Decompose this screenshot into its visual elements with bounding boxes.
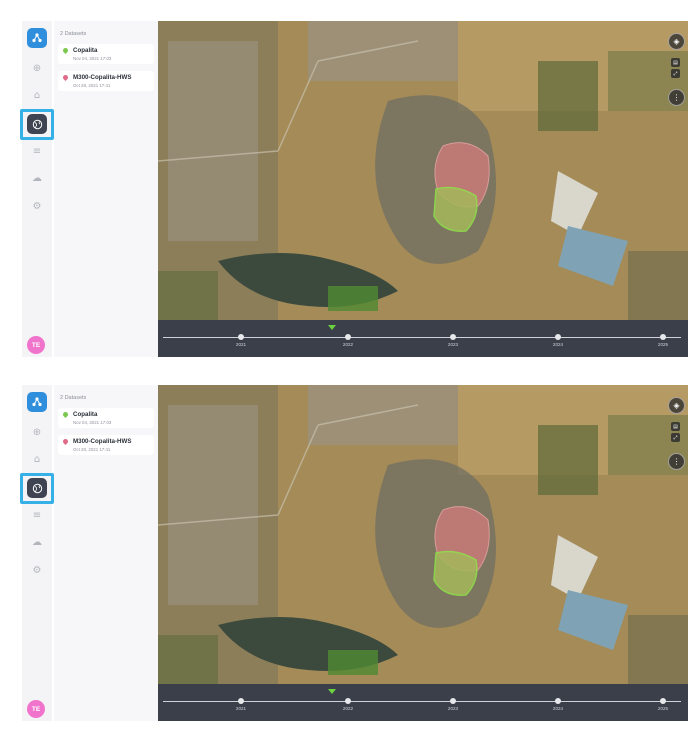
list-button[interactable]: ≡	[27, 142, 47, 162]
dataset-item[interactable]: M300-Copalita-HWS Oct 28, 2021 17:41	[58, 71, 154, 91]
app-logo-button[interactable]	[27, 392, 47, 412]
list-icon: ≡	[32, 510, 42, 521]
dataset-item[interactable]: Copalita Nov 04, 2021 17:03	[58, 44, 154, 64]
list-icon: ≡	[32, 146, 42, 157]
dataset-date: Oct 28, 2021 17:41	[73, 82, 111, 88]
dataset-name: M300-Copalita-HWS	[73, 438, 132, 445]
dataset-item[interactable]: Copalita Nov 04, 2021 17:03	[58, 408, 154, 428]
home-icon: ⌂	[33, 90, 41, 101]
fullscreen-icon: ⤢	[673, 70, 678, 77]
compass-icon: ◈	[673, 401, 680, 410]
logo-icon	[32, 397, 42, 407]
fullscreen-button[interactable]: ⤢	[671, 69, 680, 78]
compass-icon: ◈	[673, 37, 680, 46]
timeline-year-label: 2023	[447, 706, 459, 711]
app-window-top: ⊕ ⌂ ≡ ☁ ⚙ TE 2 Datasets Copalita Nov 04,…	[20, 21, 688, 357]
layers-icon: ▤	[673, 59, 678, 66]
dataset-list: 2 Datasets Copalita Nov 04, 2021 17:03 M…	[54, 385, 158, 721]
satellite-map[interactable]: ◈ ▤ ⤢ ⋮ 2021 2022 2023 2024 2025	[158, 21, 688, 357]
upload-button[interactable]: ☁	[27, 533, 47, 553]
home-button[interactable]: ⌂	[27, 450, 47, 470]
add-button[interactable]: ⊕	[27, 59, 47, 79]
dataset-date: Nov 04, 2021 17:03	[73, 419, 112, 425]
layers-button[interactable]: ▤	[671, 422, 680, 431]
list-button[interactable]: ≡	[27, 506, 47, 526]
timeline-year-label: 2025	[657, 706, 669, 711]
plus-circle-icon: ⊕	[32, 427, 42, 438]
sidebar-rail: ⊕ ⌂ ≡ ☁ ⚙ TE	[20, 385, 54, 721]
dataset-count: 2 Datasets	[60, 31, 87, 37]
sidebar-rail: ⊕ ⌂ ≡ ☁ ⚙ TE	[20, 21, 54, 357]
logo-icon	[32, 33, 42, 43]
home-button[interactable]: ⌂	[27, 86, 47, 106]
map-pin-icon	[61, 410, 70, 419]
timeline-year-label: 2024	[552, 706, 564, 711]
timeline-marker[interactable]	[238, 698, 244, 704]
fullscreen-button[interactable]: ⤢	[671, 433, 680, 442]
dataset-date: Nov 04, 2021 17:03	[73, 55, 112, 61]
timeline-marker[interactable]	[555, 698, 561, 704]
timeline-handle[interactable]	[328, 325, 336, 330]
fullscreen-icon: ⤢	[673, 434, 678, 441]
more-vertical-icon: ⋮	[672, 457, 681, 466]
map-pin-icon	[61, 46, 70, 55]
compass-button[interactable]: ◈	[668, 397, 685, 414]
timeline-year-label: 2025	[657, 342, 669, 347]
timeline-marker[interactable]	[238, 334, 244, 340]
add-button[interactable]: ⊕	[27, 423, 47, 443]
more-vertical-icon: ⋮	[672, 93, 681, 102]
map-pin-icon	[61, 73, 70, 82]
timeline-year-label: 2021	[235, 342, 247, 347]
dataset-date: Oct 28, 2021 17:41	[73, 446, 111, 452]
timeline-year-label: 2022	[342, 342, 354, 347]
globe-button-highlight	[20, 473, 54, 504]
timeline-marker[interactable]	[660, 334, 666, 340]
settings-icon: ⚙	[32, 565, 42, 576]
plus-circle-icon: ⊕	[32, 63, 42, 74]
timeline-marker[interactable]	[450, 334, 456, 340]
dataset-count: 2 Datasets	[60, 395, 87, 401]
timeline-marker[interactable]	[345, 334, 351, 340]
map-pin-icon	[61, 437, 70, 446]
timeline-year-label: 2023	[447, 342, 459, 347]
avatar[interactable]: TE	[27, 336, 45, 354]
more-options-button[interactable]: ⋮	[668, 89, 685, 106]
upload-button[interactable]: ☁	[27, 169, 47, 189]
timeline-year-label: 2021	[235, 706, 247, 711]
app-window-bottom: ⊕ ⌂ ≡ ☁ ⚙ TE 2 Datasets Copalita Nov 04,…	[20, 385, 688, 721]
globe-button-highlight	[20, 109, 54, 140]
cloud-upload-icon: ☁	[32, 173, 42, 184]
timeline-marker[interactable]	[450, 698, 456, 704]
timeline-handle[interactable]	[328, 689, 336, 694]
more-options-button[interactable]: ⋮	[668, 453, 685, 470]
timeline-marker[interactable]	[660, 698, 666, 704]
home-icon: ⌂	[33, 454, 41, 465]
timeline-year-label: 2022	[342, 706, 354, 711]
compass-button[interactable]: ◈	[668, 33, 685, 50]
settings-icon: ⚙	[32, 201, 42, 212]
dataset-name: M300-Copalita-HWS	[73, 74, 132, 81]
app-logo-button[interactable]	[27, 28, 47, 48]
satellite-imagery	[158, 21, 688, 357]
dataset-name: Copalita	[73, 47, 98, 54]
settings-button[interactable]: ⚙	[27, 561, 47, 581]
satellite-map[interactable]: ◈ ▤ ⤢ ⋮ 2021 2022 2023 2024 2025	[158, 385, 688, 721]
layers-icon: ▤	[673, 423, 678, 430]
satellite-imagery	[158, 385, 688, 721]
dataset-name: Copalita	[73, 411, 98, 418]
dataset-list: 2 Datasets Copalita Nov 04, 2021 17:03 M…	[54, 21, 158, 357]
timeline-year-label: 2024	[552, 342, 564, 347]
cloud-upload-icon: ☁	[32, 537, 42, 548]
timeline-marker[interactable]	[345, 698, 351, 704]
settings-button[interactable]: ⚙	[27, 197, 47, 217]
timeline-bar[interactable]: 2021 2022 2023 2024 2025	[158, 684, 688, 721]
dataset-item[interactable]: M300-Copalita-HWS Oct 28, 2021 17:41	[58, 435, 154, 455]
timeline-marker[interactable]	[555, 334, 561, 340]
timeline-bar[interactable]: 2021 2022 2023 2024 2025	[158, 320, 688, 357]
layers-button[interactable]: ▤	[671, 58, 680, 67]
avatar[interactable]: TE	[27, 700, 45, 718]
